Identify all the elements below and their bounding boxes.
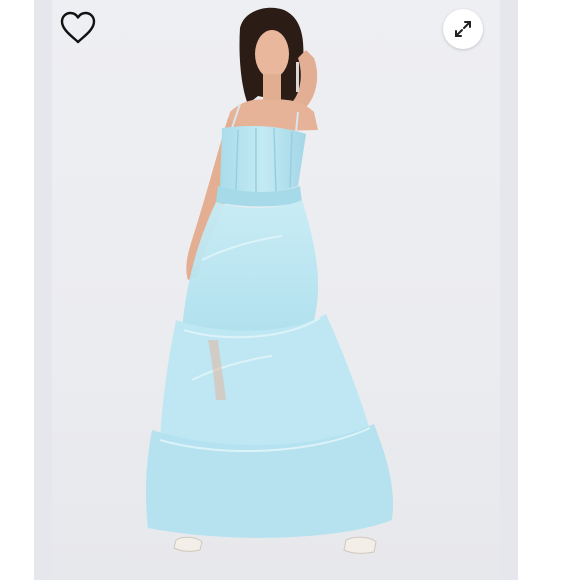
favorite-button[interactable] <box>56 8 100 48</box>
image-viewer <box>0 0 580 580</box>
dress-illustration <box>145 7 394 554</box>
neck-shape <box>263 74 281 100</box>
product-photo[interactable] <box>52 0 500 580</box>
heart-outline-icon <box>60 11 96 44</box>
earring-shape <box>296 62 299 92</box>
left-shoe-shape <box>173 536 203 552</box>
skirt-tier-2-shape <box>160 314 370 450</box>
expand-button[interactable] <box>443 9 483 49</box>
previous-image-strip[interactable] <box>34 0 52 580</box>
next-image-strip[interactable] <box>500 0 518 580</box>
bodice-shape <box>220 126 306 193</box>
expand-arrows-icon <box>455 21 471 37</box>
face-shape <box>255 30 289 78</box>
right-shoe-shape <box>343 536 377 554</box>
